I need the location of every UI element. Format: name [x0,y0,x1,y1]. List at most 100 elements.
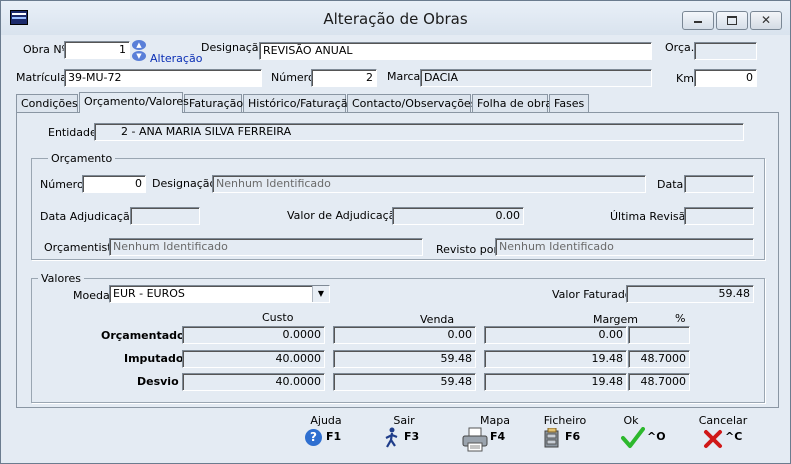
spin-up-icon[interactable]: ▲ [132,40,146,50]
matricula-label: Matrícula [16,71,67,84]
ficheiro-button[interactable]: Ficheiro F6 [537,414,593,460]
maximize-button[interactable] [716,11,748,30]
mapa-label: Mapa [480,414,510,427]
imputado-pct: 48.7000 [628,350,690,368]
numero-label: Número [271,71,315,84]
sair-button[interactable]: Sair F3 [376,414,432,460]
marca-label: Marca [387,70,421,83]
title-bar: Alteração de Obras ✕ [1,1,790,35]
mapa-button[interactable]: Mapa F4 [459,414,515,460]
marca-field: DACIA [420,69,652,87]
tab-folha-de-obra[interactable]: Folha de obra [472,94,552,112]
mapa-key: F4 [490,430,506,443]
orcamentista-field: Nenhum Identificado [109,238,423,256]
imputado-custo: 40.0000 [182,350,325,368]
ajuda-button[interactable]: Ajuda ? F1 [298,414,354,460]
tab-condicoes[interactable]: Condições [16,94,78,112]
window-title: Alteração de Obras [323,10,468,28]
designacao-field[interactable]: REVISÃO ANUAL [259,42,652,60]
orc-numero-label: Número [40,178,84,191]
designacao-label: Designação [201,41,266,54]
valor-adjudicacao-label: Valor de Adjudicação [287,209,403,222]
valor-faturado-field: 59.48 [626,285,754,303]
col-pct-header: % [675,312,686,325]
orca-label: Orça. [665,41,695,54]
orc-data-field [684,175,754,193]
minimize-button[interactable] [682,11,714,30]
tab-fases[interactable]: Fases [549,94,589,112]
desvio-venda: 59.48 [333,373,476,391]
tab-historico-faturacao[interactable]: Histórico/Faturação [243,94,354,112]
minimize-icon [694,21,702,23]
printer-icon [461,427,489,453]
row-imputado-label: Imputado [124,352,184,365]
tab-contacto-observacoes[interactable]: Contacto/Observações [347,94,476,112]
valor-faturado-label: Valor Faturado [552,288,632,301]
orc-designacao-field: Nenhum Identificado [212,175,646,193]
tab-panel: Entidade 2 - ANA MARIA SILVA FERREIRA Or… [16,112,779,408]
orca-field [694,42,757,60]
chevron-down-icon[interactable]: ▼ [312,286,329,302]
ultima-revisao-label: Última Revisão [610,210,693,223]
sair-label: Sair [393,414,415,427]
ficheiro-key: F6 [565,430,581,443]
sair-key: F3 [404,430,420,443]
maximize-icon [727,16,737,25]
orcamentado-custo: 0.0000 [182,326,325,344]
spin-down-icon[interactable]: ▼ [132,51,146,61]
row-orcamentado-label: Orçamentado [101,329,185,342]
moeda-select[interactable]: EUR - EUROS ▼ [109,285,330,303]
close-icon: ✕ [760,13,772,27]
orc-data-label: Data [657,178,684,191]
valor-adjudicacao-field: 0.00 [392,207,524,225]
tab-faturacao[interactable]: Faturação [184,94,243,112]
window: Alteração de Obras ✕ Obra Nº 1 ▲ ▼ Alter… [0,0,791,464]
file-cabinet-icon [544,427,560,448]
exit-person-icon [384,427,402,449]
cancelar-button[interactable]: Cancelar ^C [695,414,751,460]
orcamentado-pct [628,326,690,344]
km-field[interactable]: 0 [694,69,757,87]
desvio-margem: 19.48 [484,373,627,391]
close-button[interactable]: ✕ [750,11,782,30]
obra-spinner[interactable]: ▲ ▼ [132,40,146,62]
entidade-field: 2 - ANA MARIA SILVA FERREIRA [94,123,744,141]
data-adjudicacao-field [130,207,200,225]
cancelar-label: Cancelar [698,414,748,427]
revisto-por-field: Nenhum Identificado [495,238,754,256]
ajuda-label: Ajuda [310,414,342,427]
col-margem-header: Margem [593,313,639,326]
row-desvio-label: Desvio [137,375,179,388]
cancelar-key: ^C [725,430,743,443]
obra-label: Obra Nº [23,43,67,56]
ficheiro-label: Ficheiro [543,414,587,427]
ultima-revisao-field [684,207,754,225]
orcamentado-margem: 0.00 [484,326,627,344]
orcamento-group-title: Orçamento [48,152,116,165]
obra-number-field[interactable]: 1 [64,41,130,59]
alteracao-link[interactable]: Alteração [150,52,202,65]
numero-field[interactable]: 2 [311,69,377,87]
km-label: Km [676,72,694,85]
orcamentista-label: Orçamentista [44,241,119,254]
moeda-select-value: EUR - EUROS [113,287,185,300]
moeda-label: Moeda [73,289,110,302]
ajuda-key: F1 [326,430,342,443]
orc-designacao-label: Designação [152,177,217,190]
data-adjudicacao-label: Data Adjudicação [40,210,137,223]
cross-icon [703,429,723,449]
imputado-margem: 19.48 [484,350,627,368]
valores-group-title: Valores [38,272,84,285]
col-venda-header: Venda [420,313,455,326]
col-custo-header: Custo [262,311,294,324]
ok-key: ^O [647,430,666,443]
checkmark-icon [621,427,645,449]
ok-label: Ok [623,414,639,427]
orc-numero-field[interactable]: 0 [82,175,146,193]
help-icon: ? [305,429,322,446]
desvio-custo: 40.0000 [182,373,325,391]
tab-orcamento-valores[interactable]: Orçamento/Valores [79,92,189,113]
matricula-field[interactable]: 39-MU-72 [64,69,262,87]
revisto-por-label: Revisto por [436,243,498,256]
ok-button[interactable]: Ok ^O [603,414,666,460]
